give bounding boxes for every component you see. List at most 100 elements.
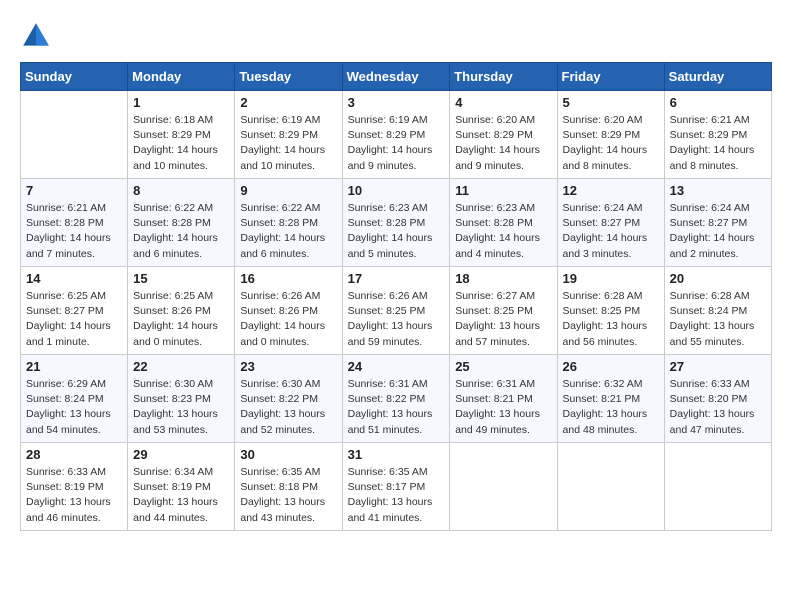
day-info: Sunrise: 6:23 AM Sunset: 8:28 PM Dayligh… bbox=[455, 201, 551, 262]
day-info: Sunrise: 6:22 AM Sunset: 8:28 PM Dayligh… bbox=[133, 201, 229, 262]
day-info: Sunrise: 6:22 AM Sunset: 8:28 PM Dayligh… bbox=[240, 201, 336, 262]
day-number: 12 bbox=[563, 183, 659, 198]
calendar-cell: 22 Sunrise: 6:30 AM Sunset: 8:23 PM Dayli… bbox=[128, 355, 235, 443]
calendar-cell: 1 Sunrise: 6:18 AM Sunset: 8:29 PM Daylig… bbox=[128, 91, 235, 179]
header-day-tuesday: Tuesday bbox=[235, 63, 342, 91]
calendar-cell: 8 Sunrise: 6:22 AM Sunset: 8:28 PM Daylig… bbox=[128, 179, 235, 267]
day-info: Sunrise: 6:29 AM Sunset: 8:24 PM Dayligh… bbox=[26, 377, 122, 438]
calendar-cell: 4 Sunrise: 6:20 AM Sunset: 8:29 PM Daylig… bbox=[450, 91, 557, 179]
day-number: 5 bbox=[563, 95, 659, 110]
day-info: Sunrise: 6:27 AM Sunset: 8:25 PM Dayligh… bbox=[455, 289, 551, 350]
day-number: 7 bbox=[26, 183, 122, 198]
calendar-cell: 15 Sunrise: 6:25 AM Sunset: 8:26 PM Dayli… bbox=[128, 267, 235, 355]
calendar-cell: 29 Sunrise: 6:34 AM Sunset: 8:19 PM Dayli… bbox=[128, 443, 235, 531]
calendar-cell: 5Sunrise: 6:20 AM Sunset: 8:29 PM Daylig… bbox=[557, 91, 664, 179]
day-number: 27 bbox=[670, 359, 766, 374]
calendar-cell: 6Sunrise: 6:21 AM Sunset: 8:29 PM Daylig… bbox=[664, 91, 771, 179]
week-row-5: 28 Sunrise: 6:33 AM Sunset: 8:19 PM Dayli… bbox=[21, 443, 772, 531]
day-number: 6 bbox=[670, 95, 766, 110]
header-day-monday: Monday bbox=[128, 63, 235, 91]
day-number: 31 bbox=[348, 447, 445, 462]
calendar-cell: 28 Sunrise: 6:33 AM Sunset: 8:19 PM Dayli… bbox=[21, 443, 128, 531]
day-info: Sunrise: 6:25 AM Sunset: 8:26 PM Dayligh… bbox=[133, 289, 229, 350]
day-number: 24 bbox=[348, 359, 445, 374]
day-number: 4 bbox=[455, 95, 551, 110]
day-number: 28 bbox=[26, 447, 122, 462]
day-info: Sunrise: 6:31 AM Sunset: 8:22 PM Dayligh… bbox=[348, 377, 445, 438]
calendar-cell: 20 Sunrise: 6:28 AM Sunset: 8:24 PM Dayli… bbox=[664, 267, 771, 355]
day-number: 1 bbox=[133, 95, 229, 110]
day-info: Sunrise: 6:24 AM Sunset: 8:27 PM Dayligh… bbox=[563, 201, 659, 262]
day-number: 19 bbox=[563, 271, 659, 286]
day-number: 15 bbox=[133, 271, 229, 286]
calendar-cell: 7 Sunrise: 6:21 AM Sunset: 8:28 PM Daylig… bbox=[21, 179, 128, 267]
day-info: Sunrise: 6:32 AM Sunset: 8:21 PM Dayligh… bbox=[563, 377, 659, 438]
day-info: Sunrise: 6:25 AM Sunset: 8:27 PM Dayligh… bbox=[26, 289, 122, 350]
calendar-header: SundayMondayTuesdayWednesdayThursdayFrid… bbox=[21, 63, 772, 91]
day-info: Sunrise: 6:26 AM Sunset: 8:25 PM Dayligh… bbox=[348, 289, 445, 350]
day-info: Sunrise: 6:19 AM Sunset: 8:29 PM Dayligh… bbox=[348, 113, 445, 174]
calendar-body: 1 Sunrise: 6:18 AM Sunset: 8:29 PM Daylig… bbox=[21, 91, 772, 531]
day-number: 14 bbox=[26, 271, 122, 286]
week-row-3: 14 Sunrise: 6:25 AM Sunset: 8:27 PM Dayli… bbox=[21, 267, 772, 355]
day-info: Sunrise: 6:31 AM Sunset: 8:21 PM Dayligh… bbox=[455, 377, 551, 438]
logo-icon bbox=[20, 20, 52, 52]
calendar-cell: 13 Sunrise: 6:24 AM Sunset: 8:27 PM Dayli… bbox=[664, 179, 771, 267]
day-info: Sunrise: 6:35 AM Sunset: 8:17 PM Dayligh… bbox=[348, 465, 445, 526]
calendar-cell: 26 Sunrise: 6:32 AM Sunset: 8:21 PM Dayli… bbox=[557, 355, 664, 443]
calendar-cell: 2 Sunrise: 6:19 AM Sunset: 8:29 PM Daylig… bbox=[235, 91, 342, 179]
day-number: 11 bbox=[455, 183, 551, 198]
calendar-cell: 30 Sunrise: 6:35 AM Sunset: 8:18 PM Dayli… bbox=[235, 443, 342, 531]
header-row: SundayMondayTuesdayWednesdayThursdayFrid… bbox=[21, 63, 772, 91]
day-info: Sunrise: 6:18 AM Sunset: 8:29 PM Dayligh… bbox=[133, 113, 229, 174]
calendar-cell: 12 Sunrise: 6:24 AM Sunset: 8:27 PM Dayli… bbox=[557, 179, 664, 267]
day-info: Sunrise: 6:33 AM Sunset: 8:19 PM Dayligh… bbox=[26, 465, 122, 526]
header-day-thursday: Thursday bbox=[450, 63, 557, 91]
day-info: Sunrise: 6:24 AM Sunset: 8:27 PM Dayligh… bbox=[670, 201, 766, 262]
day-number: 29 bbox=[133, 447, 229, 462]
day-number: 30 bbox=[240, 447, 336, 462]
day-number: 23 bbox=[240, 359, 336, 374]
day-number: 2 bbox=[240, 95, 336, 110]
calendar-cell: 11 Sunrise: 6:23 AM Sunset: 8:28 PM Dayli… bbox=[450, 179, 557, 267]
day-number: 3 bbox=[348, 95, 445, 110]
day-number: 10 bbox=[348, 183, 445, 198]
day-info: Sunrise: 6:35 AM Sunset: 8:18 PM Dayligh… bbox=[240, 465, 336, 526]
day-info: Sunrise: 6:28 AM Sunset: 8:24 PM Dayligh… bbox=[670, 289, 766, 350]
calendar-cell: 18 Sunrise: 6:27 AM Sunset: 8:25 PM Dayli… bbox=[450, 267, 557, 355]
day-number: 26 bbox=[563, 359, 659, 374]
calendar-cell bbox=[664, 443, 771, 531]
logo bbox=[20, 20, 56, 52]
day-info: Sunrise: 6:23 AM Sunset: 8:28 PM Dayligh… bbox=[348, 201, 445, 262]
day-number: 8 bbox=[133, 183, 229, 198]
day-number: 22 bbox=[133, 359, 229, 374]
week-row-4: 21Sunrise: 6:29 AM Sunset: 8:24 PM Dayli… bbox=[21, 355, 772, 443]
day-info: Sunrise: 6:30 AM Sunset: 8:22 PM Dayligh… bbox=[240, 377, 336, 438]
day-info: Sunrise: 6:30 AM Sunset: 8:23 PM Dayligh… bbox=[133, 377, 229, 438]
calendar-cell: 3 Sunrise: 6:19 AM Sunset: 8:29 PM Daylig… bbox=[342, 91, 450, 179]
calendar-cell: 27Sunrise: 6:33 AM Sunset: 8:20 PM Dayli… bbox=[664, 355, 771, 443]
calendar-cell: 24 Sunrise: 6:31 AM Sunset: 8:22 PM Dayli… bbox=[342, 355, 450, 443]
day-info: Sunrise: 6:20 AM Sunset: 8:29 PM Dayligh… bbox=[455, 113, 551, 174]
calendar-cell: 25Sunrise: 6:31 AM Sunset: 8:21 PM Dayli… bbox=[450, 355, 557, 443]
day-info: Sunrise: 6:28 AM Sunset: 8:25 PM Dayligh… bbox=[563, 289, 659, 350]
week-row-2: 7 Sunrise: 6:21 AM Sunset: 8:28 PM Daylig… bbox=[21, 179, 772, 267]
day-number: 16 bbox=[240, 271, 336, 286]
day-number: 18 bbox=[455, 271, 551, 286]
day-info: Sunrise: 6:19 AM Sunset: 8:29 PM Dayligh… bbox=[240, 113, 336, 174]
page-header bbox=[20, 20, 772, 52]
calendar-cell bbox=[21, 91, 128, 179]
day-info: Sunrise: 6:34 AM Sunset: 8:19 PM Dayligh… bbox=[133, 465, 229, 526]
week-row-1: 1 Sunrise: 6:18 AM Sunset: 8:29 PM Daylig… bbox=[21, 91, 772, 179]
day-number: 20 bbox=[670, 271, 766, 286]
header-day-sunday: Sunday bbox=[21, 63, 128, 91]
calendar-table: SundayMondayTuesdayWednesdayThursdayFrid… bbox=[20, 62, 772, 531]
day-info: Sunrise: 6:21 AM Sunset: 8:28 PM Dayligh… bbox=[26, 201, 122, 262]
calendar-cell: 16Sunrise: 6:26 AM Sunset: 8:26 PM Dayli… bbox=[235, 267, 342, 355]
header-day-wednesday: Wednesday bbox=[342, 63, 450, 91]
day-number: 13 bbox=[670, 183, 766, 198]
day-number: 9 bbox=[240, 183, 336, 198]
header-day-saturday: Saturday bbox=[664, 63, 771, 91]
calendar-cell: 23 Sunrise: 6:30 AM Sunset: 8:22 PM Dayli… bbox=[235, 355, 342, 443]
calendar-cell bbox=[450, 443, 557, 531]
